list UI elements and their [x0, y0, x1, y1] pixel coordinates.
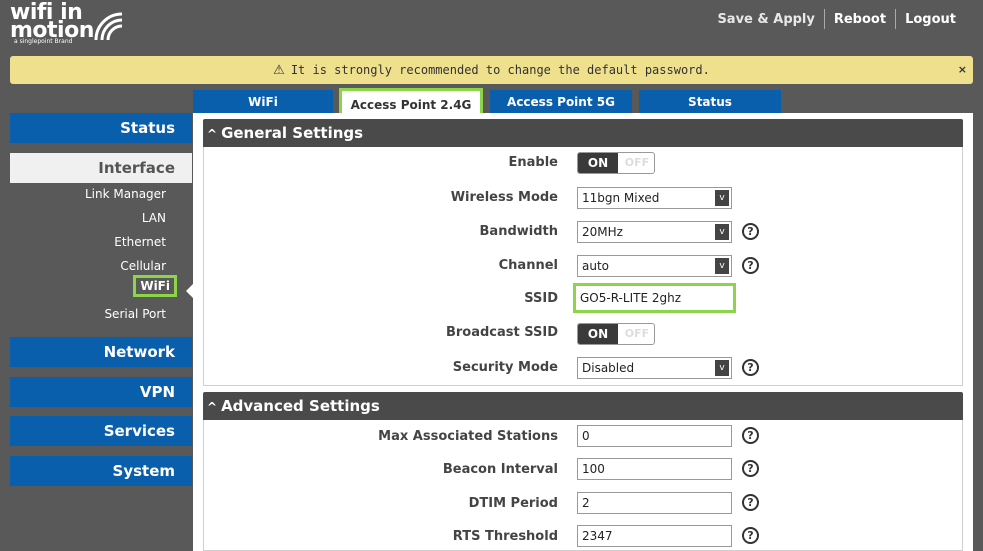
sidebar-item-status[interactable]: Status: [10, 113, 192, 143]
toggle-off-label: OFF: [624, 327, 650, 340]
logout-link[interactable]: Logout: [896, 12, 965, 27]
top-header: wifi in motion a singlepoint Brand Save …: [0, 0, 983, 50]
rts-threshold-input[interactable]: 2347: [577, 525, 732, 547]
channel-label: Channel: [498, 258, 558, 273]
tab-status[interactable]: Status: [639, 90, 781, 114]
warning-text: It is strongly recommended to change the…: [290, 63, 710, 77]
max-stations-label: Max Associated Stations: [378, 429, 558, 444]
ssid-label: SSID: [524, 291, 558, 306]
broadcast-ssid-label: Broadcast SSID: [445, 325, 558, 340]
toggle-off-label: OFF: [624, 156, 650, 169]
general-settings-title: General Settings: [221, 124, 364, 142]
chevron-up-icon: ^: [207, 127, 218, 141]
toggle-on-label: ON: [578, 324, 618, 344]
sidebar-subitem-ethernet[interactable]: Ethernet: [114, 235, 166, 249]
chevron-down-icon: v: [715, 224, 729, 240]
dtim-period-help-icon[interactable]: ?: [742, 494, 759, 511]
active-pointer-icon: [186, 284, 193, 298]
ssid-input[interactable]: GO5-R-LITE 2ghz: [573, 283, 736, 313]
rts-threshold-label: RTS Threshold: [452, 529, 558, 544]
brand-tagline: a singlepoint Brand: [14, 38, 73, 45]
broadcast-ssid-toggle[interactable]: ON OFF: [577, 323, 655, 345]
header-actions: Save & Apply Reboot Logout: [708, 9, 965, 29]
beacon-interval-input[interactable]: 100: [577, 458, 732, 480]
channel-value: auto: [582, 259, 610, 273]
bandwidth-value: 20MHz: [582, 225, 623, 239]
enable-label: Enable: [508, 155, 559, 170]
beacon-interval-help-icon[interactable]: ?: [742, 460, 759, 477]
wireless-mode-select[interactable]: 11bgn Mixed v: [577, 187, 732, 209]
brand-logo: wifi in motion a singlepoint Brand: [8, 0, 138, 46]
sidebar-item-services[interactable]: Services: [10, 416, 192, 446]
wifi-logo-icon: [94, 12, 123, 41]
channel-select[interactable]: auto v: [577, 255, 732, 277]
sidebar-item-vpn[interactable]: VPN: [10, 377, 192, 407]
dtim-period-label: DTIM Period: [468, 496, 558, 511]
sidebar-subitem-serial-port[interactable]: Serial Port: [104, 307, 166, 321]
bandwidth-select[interactable]: 20MHz v: [577, 221, 732, 243]
sidebar-subitem-lan[interactable]: LAN: [142, 211, 166, 225]
sidebar-subitem-link-manager[interactable]: Link Manager: [85, 187, 166, 201]
max-stations-help-icon[interactable]: ?: [742, 427, 759, 444]
sidebar-item-network[interactable]: Network: [10, 337, 192, 367]
password-warning-banner: ⚠ It is strongly recommended to change th…: [10, 56, 973, 84]
max-stations-input[interactable]: 0: [577, 425, 732, 447]
bandwidth-label: Bandwidth: [479, 224, 558, 239]
bandwidth-help-icon[interactable]: ?: [742, 223, 759, 240]
channel-help-icon[interactable]: ?: [742, 257, 759, 274]
wireless-mode-value: 11bgn Mixed: [582, 191, 660, 205]
beacon-interval-label: Beacon Interval: [442, 462, 558, 477]
security-mode-value: Disabled: [582, 361, 635, 375]
warning-icon: ⚠: [273, 63, 285, 78]
sidebar-item-system[interactable]: System: [10, 456, 192, 486]
tab-access-point-5g[interactable]: Access Point 5G: [490, 90, 632, 114]
security-mode-label: Security Mode: [452, 360, 558, 375]
general-settings-header[interactable]: ^ General Settings: [203, 119, 963, 147]
save-apply-link[interactable]: Save & Apply: [708, 12, 823, 27]
security-mode-select[interactable]: Disabled v: [577, 357, 732, 379]
enable-toggle[interactable]: ON OFF: [577, 152, 655, 174]
toggle-on-label: ON: [578, 153, 618, 173]
sidebar-subitem-wifi[interactable]: WiFi: [133, 275, 177, 297]
advanced-settings-title: Advanced Settings: [221, 397, 380, 415]
chevron-up-icon: ^: [207, 400, 218, 414]
advanced-settings-header[interactable]: ^ Advanced Settings: [203, 392, 963, 420]
sidebar-item-interface[interactable]: Interface: [10, 153, 192, 183]
chevron-down-icon: v: [715, 190, 729, 206]
tab-wifi[interactable]: WiFi: [193, 90, 333, 114]
dtim-period-input[interactable]: 2: [577, 492, 732, 514]
chevron-down-icon: v: [715, 360, 729, 376]
wireless-mode-label: Wireless Mode: [450, 190, 558, 205]
page-scrollbar[interactable]: [973, 113, 983, 551]
reboot-link[interactable]: Reboot: [825, 12, 895, 27]
sidebar-subitem-cellular[interactable]: Cellular: [120, 259, 166, 273]
rts-threshold-help-icon[interactable]: ?: [742, 527, 759, 544]
security-help-icon[interactable]: ?: [742, 359, 759, 376]
chevron-down-icon: v: [715, 258, 729, 274]
close-warning-button[interactable]: ×: [958, 56, 967, 84]
